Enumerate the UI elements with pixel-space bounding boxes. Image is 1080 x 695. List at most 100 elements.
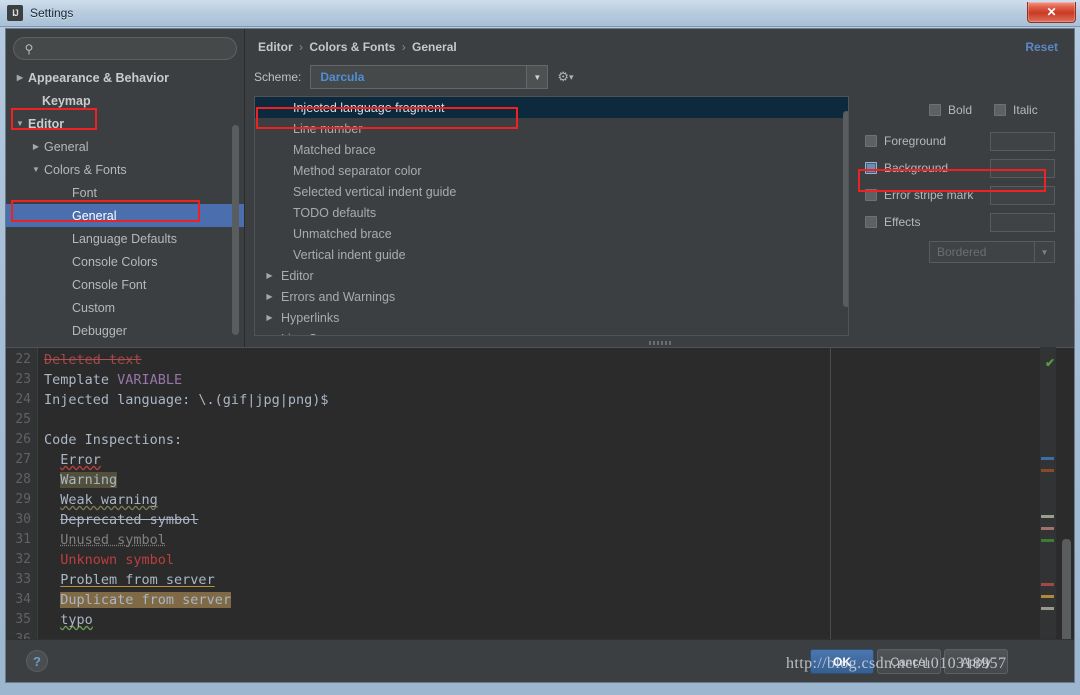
sidebar-item-custom[interactable]: ▶Custom [6,296,244,319]
sidebar-item-label: Language Defaults [72,231,177,246]
italic-checkbox[interactable] [994,104,1007,116]
sidebar-item-label: Colors & Fonts [44,162,127,177]
color-list-item-unmatched-brace[interactable]: Unmatched brace [255,223,848,244]
background-color-swatch[interactable] [990,158,1055,178]
color-list-item-hyperlinks[interactable]: ▶ Hyperlinks [255,307,848,328]
effects-color-swatch[interactable] [990,212,1055,232]
error-stripe-gutter[interactable] [1040,347,1056,682]
chevron-right-icon[interactable]: ▶ [263,313,276,322]
scheme-selected-value: Darcula [320,70,365,84]
gear-icon[interactable]: ⚙ ▾ [557,69,573,85]
sidebar-item-language-defaults[interactable]: ▶Language Defaults [6,227,244,250]
chevron-right-icon[interactable]: ▶ [263,334,276,335]
settings-dialog: ⚲ ▶Appearance & Behavior▶Keymap▼Editor▶G… [5,28,1075,683]
splitter-handle[interactable] [649,341,673,345]
color-list-item-vertical-indent-guide[interactable]: Vertical indent guide [255,244,848,265]
error-stripe-mark[interactable] [1041,515,1054,518]
color-list-item-selected-vertical-indent-guide[interactable]: Selected vertical indent guide [255,181,848,202]
error-stripe-mark[interactable] [1041,607,1054,610]
search-box[interactable]: ⚲ [13,37,237,60]
sidebar-item-general[interactable]: ▶General [6,135,244,158]
chevron-right-icon[interactable]: ▶ [263,292,276,301]
effects-checkbox[interactable] [865,216,877,228]
color-settings-list[interactable]: Injected language fragment Line number Mat… [254,96,849,336]
error-stripe-mark-checkbox[interactable] [865,189,877,201]
color-list-item-todo-defaults[interactable]: TODO defaults [255,202,848,223]
color-list-item-errors-and-warnings[interactable]: ▶ Errors and Warnings [255,286,848,307]
ok-button[interactable]: OK [810,649,874,674]
title-bar: IJ Settings ✕ [0,0,1080,27]
foreground-color-swatch[interactable] [990,131,1055,151]
sidebar-item-editor[interactable]: ▼ Editor [6,112,244,135]
sidebar-item-debugger[interactable]: ▶Debugger [6,319,244,342]
code-token: Unused symbol [60,532,166,548]
chevron-right-icon[interactable]: ▶ [30,141,42,153]
chevron-down-icon[interactable]: ▼ [30,164,42,176]
sidebar-item-console-font[interactable]: ▶Console Font [6,273,244,296]
foreground-checkbox[interactable] [865,135,877,147]
error-stripe-mark-color-swatch[interactable] [990,185,1055,205]
background-checkbox[interactable] [865,162,877,174]
effects-type-value: Bordered [937,245,987,259]
color-list-item-label: Errors and Warnings [281,289,396,304]
color-list-item-injected-language-fragment[interactable]: Injected language fragment [255,97,848,118]
sidebar-item-label: Debugger [72,323,127,338]
line-number: 29 [15,492,31,507]
error-stripe-mark[interactable] [1041,457,1054,460]
help-button[interactable]: ? [26,650,48,672]
preview-vertical-divider [830,347,831,682]
apply-button[interactable]: Apply [944,649,1008,674]
color-list-item-line-number[interactable]: Line number [255,118,848,139]
sidebar-item-appearance-behavior[interactable]: ▶ Appearance & Behavior [6,66,244,89]
effects-type-dropdown[interactable]: Bordered ▼ [929,241,1055,263]
color-list-item-editor[interactable]: ▶ Editor [255,265,848,286]
code-line: Deprecated symbol [38,510,1074,530]
error-stripe-mark[interactable] [1041,539,1054,542]
line-number: 25 [15,412,31,427]
scheme-dropdown[interactable]: Darcula ▼ [310,65,549,89]
color-list-item-label: Line Coverage [281,332,362,336]
sidebar-item-colors-fonts[interactable]: ▼ Colors & Fonts [6,158,244,181]
code-token: Unknown symbol [60,552,175,568]
color-list-item-method-separator-color[interactable]: Method separator color [255,160,848,181]
error-stripe-mark[interactable] [1041,583,1054,586]
search-input[interactable] [38,41,236,56]
code-line: Template VARIABLE [38,370,1074,390]
error-stripe-mark-label: Error stripe mark [884,188,974,202]
error-stripe-mark[interactable] [1041,595,1054,598]
chevron-right-icon[interactable]: ▶ [14,72,26,84]
color-list-item-line-coverage[interactable]: ▶ Line Coverage [255,328,848,336]
color-list-item-label: Matched brace [293,142,376,157]
reset-link[interactable]: Reset [1025,40,1058,54]
chevron-down-icon[interactable]: ▼ [14,118,26,130]
line-number: 30 [15,512,31,527]
cancel-button[interactable]: Cancel [877,649,941,674]
color-list-item-matched-brace[interactable]: Matched brace [255,139,848,160]
chevron-down-icon[interactable]: ▼ [1034,242,1054,262]
error-stripe-mark[interactable] [1041,469,1054,472]
breadcrumb-part-editor: Editor [258,40,293,54]
preview-scrollbar-thumb[interactable] [1062,539,1071,649]
preview-code-area[interactable]: Deleted text Template VARIABLE Injected la… [38,348,1074,682]
sidebar-item-font[interactable]: ▶Font [6,181,244,204]
chevron-right-icon[interactable]: ▶ [263,271,276,280]
code-token: Deleted text [44,352,142,368]
line-number: 22 [15,352,31,367]
sidebar-scrollbar-thumb[interactable] [232,125,239,335]
color-list-scrollbar-thumb[interactable] [843,111,848,307]
close-icon[interactable]: ✕ [1027,2,1076,23]
sidebar-item-keymap[interactable]: ▶Keymap [6,89,244,112]
sidebar-item-console-colors[interactable]: ▶Console Colors [6,250,244,273]
preview-splitter[interactable] [254,339,1074,347]
bold-checkbox[interactable] [929,104,941,116]
code-token: typo [60,612,93,628]
sidebar-item-label: General [72,208,117,223]
error-stripe-mark[interactable] [1041,527,1054,530]
color-preview-editor[interactable]: 222324252627282930313233343536 Deleted t… [6,347,1074,682]
sidebar-item-general[interactable]: ▶General [6,204,244,227]
chevron-down-icon[interactable]: ▼ [526,66,548,88]
